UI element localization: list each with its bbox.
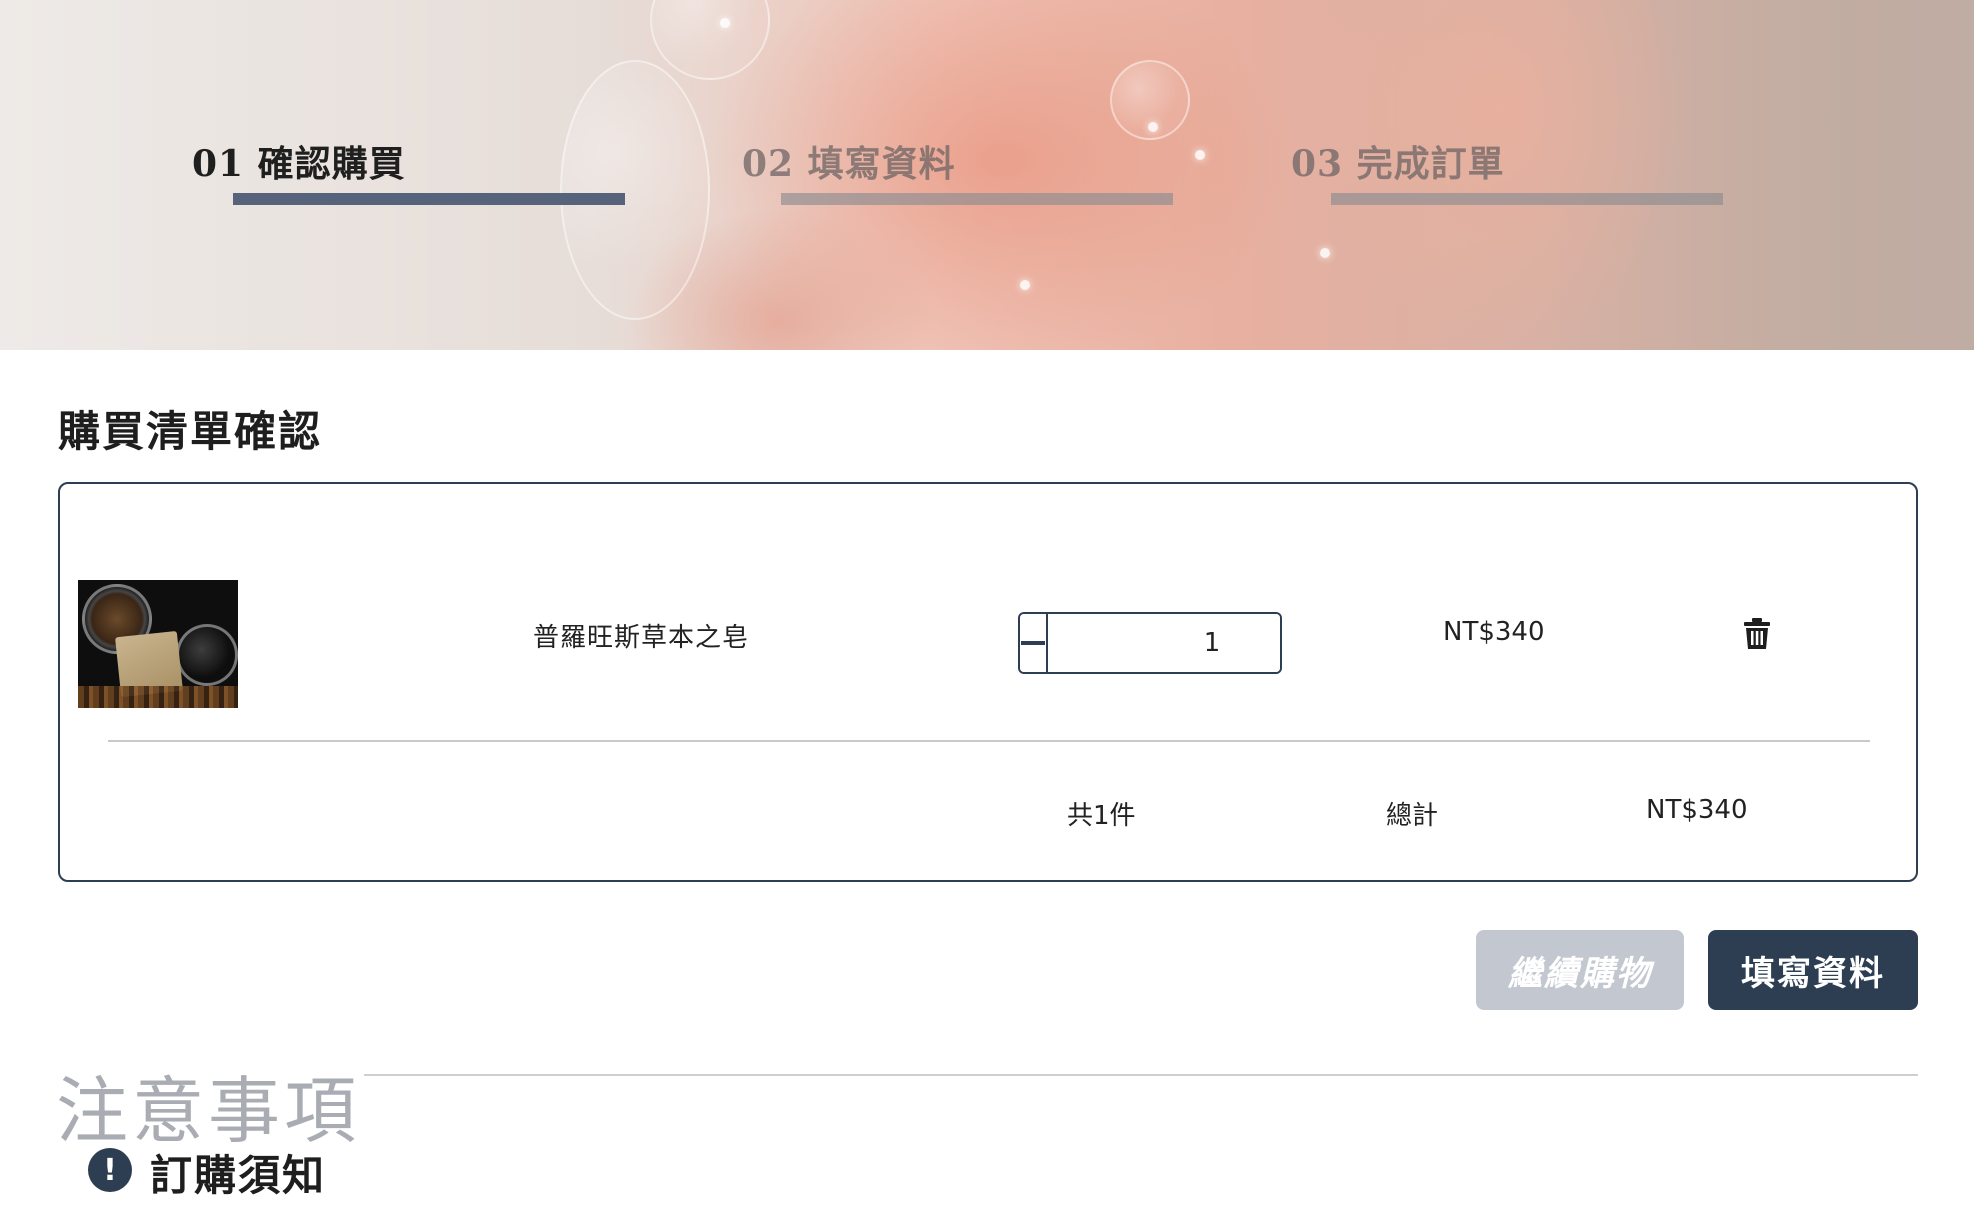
exclamation-circle-icon: ! [88,1148,132,1192]
product-price: NT$340 [1443,617,1545,647]
cart-title: 購買清單確認 [58,407,323,456]
order-notice-title: 訂購須知 [150,1151,327,1200]
minus-icon[interactable] [1020,614,1048,672]
step-complete-progress [1331,193,1723,205]
trash-icon[interactable] [1743,618,1771,650]
quantity-input[interactable] [1048,614,1280,672]
total-price: NT$340 [1646,795,1748,825]
step-complete: 03 完成訂單 [1291,143,1505,185]
cart-divider [108,740,1870,742]
continue-shopping-button[interactable]: 繼續購物 [1476,930,1684,1010]
cart-panel [58,482,1918,882]
sparkle-decoration [1195,150,1205,160]
sparkle-decoration [1020,280,1030,290]
notice-divider [330,1074,1918,1076]
sparkle-decoration [1148,122,1158,132]
sparkle-decoration [720,18,730,28]
bubble-decoration [650,0,770,80]
product-name: 普羅旺斯草本之皂 [533,623,750,653]
fill-info-button[interactable]: 填寫資料 [1708,930,1918,1010]
step-fill-info-progress [781,193,1173,205]
sparkle-decoration [1320,248,1330,258]
quantity-stepper [1018,612,1282,674]
item-count: 共1件 [1067,801,1136,831]
step-confirm-progress [233,193,625,205]
bubble-decoration [560,60,710,320]
hero-banner: 01 確認購買 02 填寫資料 03 完成訂單 [0,0,1974,350]
product-image [78,580,238,708]
step-fill-info: 02 填寫資料 [742,143,956,185]
total-label: 總計 [1386,801,1439,831]
step-confirm: 01 確認購買 [192,143,406,185]
